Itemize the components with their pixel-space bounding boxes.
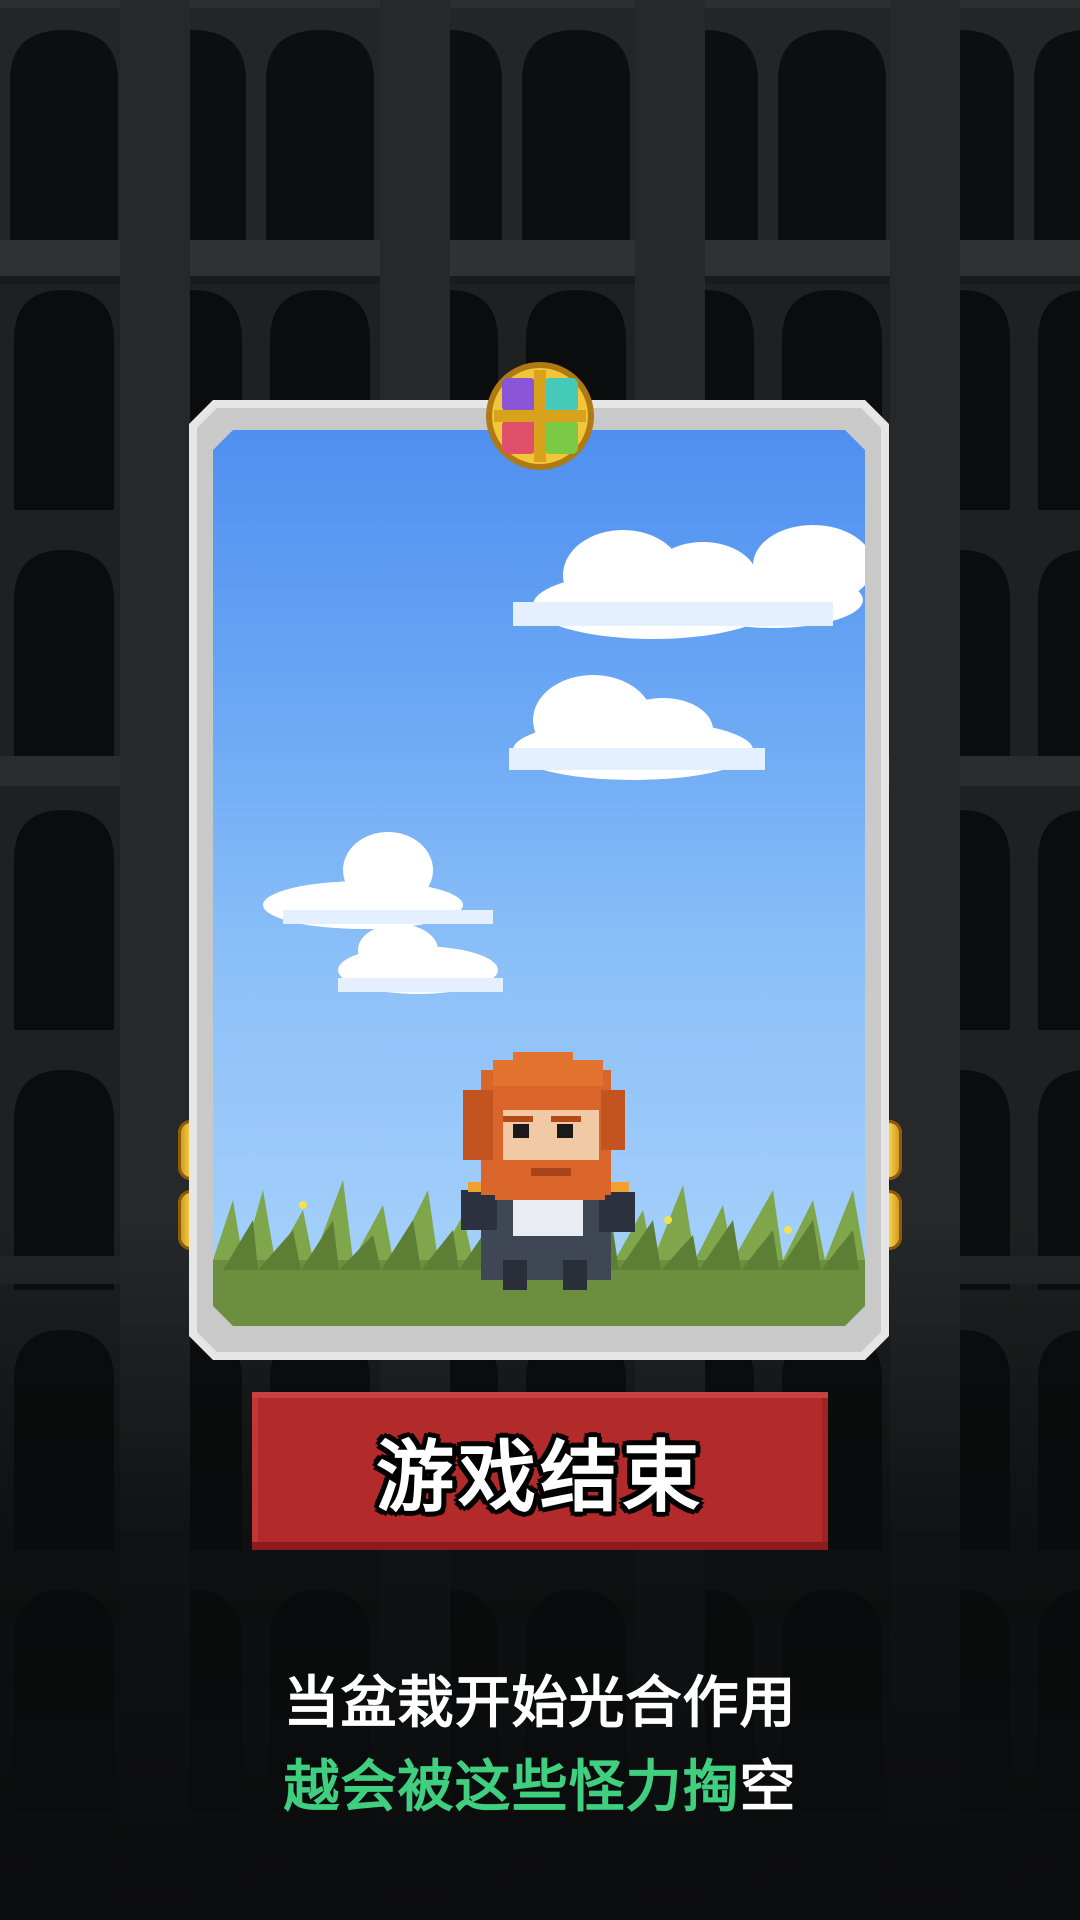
cloud-icon (509, 675, 765, 780)
tagline-highlight: 越会被这些怪力掏 (283, 1755, 740, 1820)
game-over-banner[interactable]: 游戏结束 (252, 1392, 828, 1550)
tagline-line-2: 越会被这些怪力掏空 (0, 1742, 1080, 1823)
tagline-line-1: 当盆栽开始光合作用 (283, 1671, 797, 1736)
game-over-title: 游戏结束 (375, 1433, 704, 1523)
four-gem-emblem-icon (484, 360, 596, 472)
tagline-rest: 空 (739, 1755, 797, 1820)
bearded-knight-character (461, 1052, 635, 1290)
character-card (189, 400, 889, 1360)
cloud-icon (263, 832, 503, 994)
sky-scene-art (213, 430, 865, 1326)
cloud-icon (513, 525, 865, 639)
card-sky-scene (213, 430, 865, 1326)
